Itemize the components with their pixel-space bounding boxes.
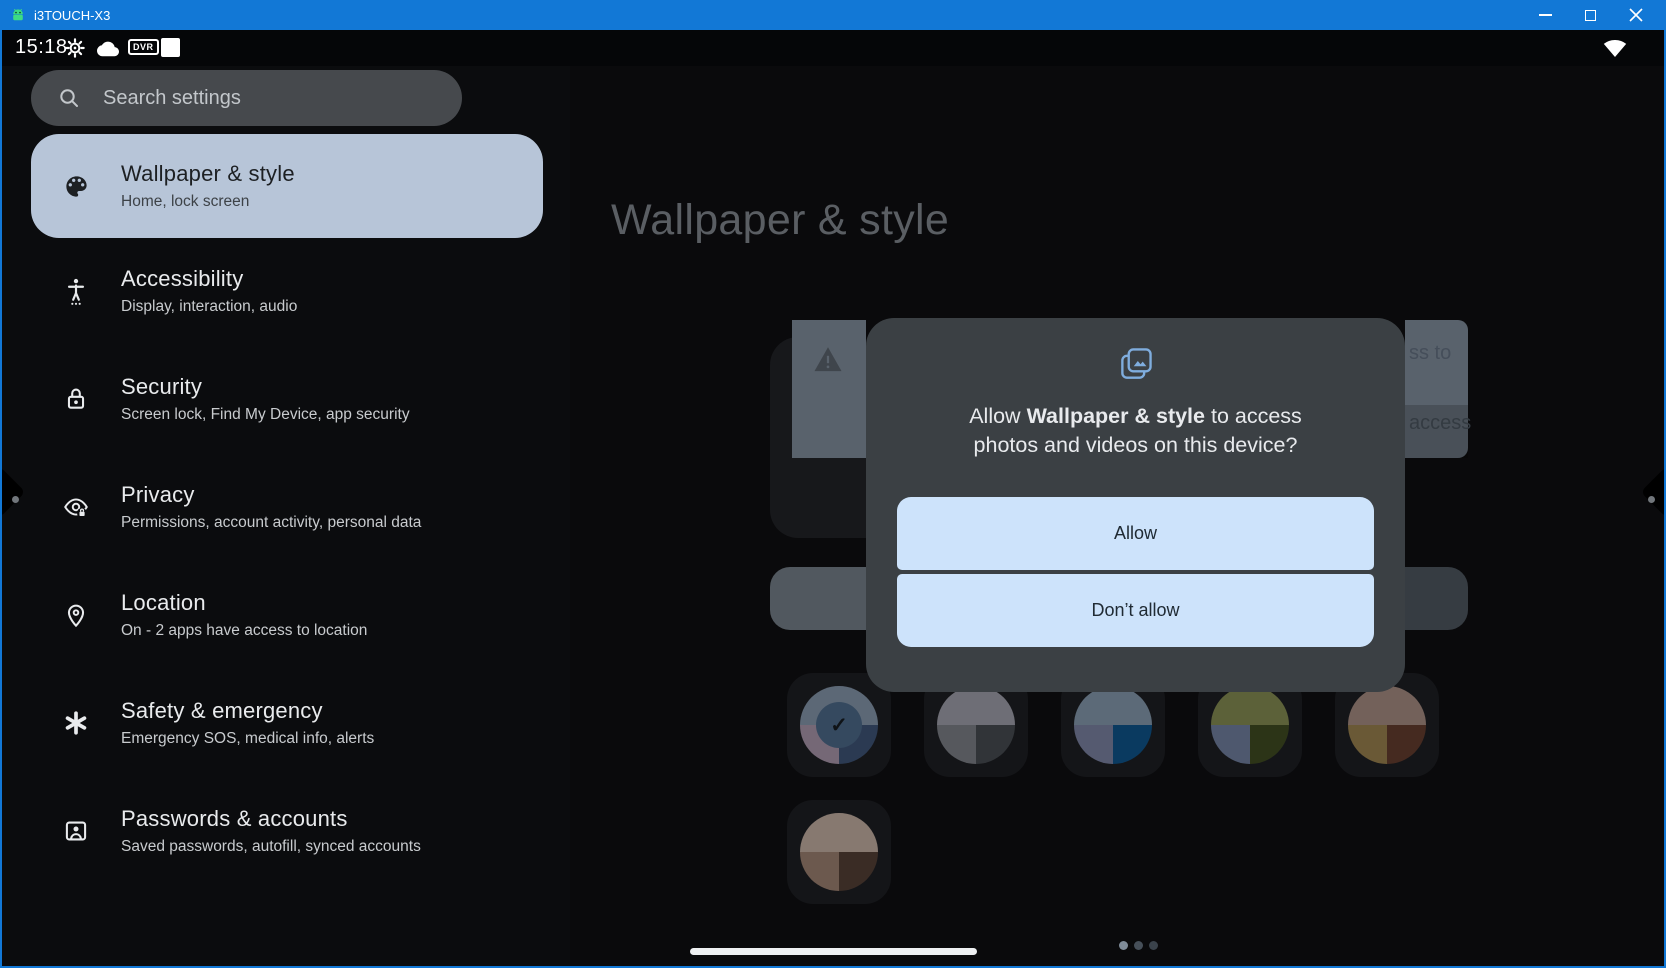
minimize-button[interactable] bbox=[1523, 0, 1568, 30]
color-swatch-pie bbox=[1074, 686, 1152, 764]
account-box-icon bbox=[31, 818, 121, 844]
location-pin-icon bbox=[31, 602, 121, 629]
sidebar-item-subtitle: Home, lock screen bbox=[121, 193, 295, 211]
sidebar-item-title: Accessibility bbox=[121, 266, 297, 292]
page-indicator-dots bbox=[1119, 941, 1158, 950]
sidebar-item-title: Location bbox=[121, 590, 367, 616]
window-controls bbox=[1523, 0, 1658, 30]
allow-button[interactable]: Allow bbox=[897, 497, 1374, 570]
window-titlebar[interactable]: i3TOUCH-X3 bbox=[0, 0, 1666, 30]
pager-dot bbox=[1134, 941, 1143, 950]
sidebar-item-title: Wallpaper & style bbox=[121, 161, 295, 187]
android-logo-icon bbox=[10, 7, 26, 23]
warning-triangle-icon bbox=[813, 346, 843, 378]
page-button-fragment-left bbox=[770, 567, 866, 630]
sidebar-item-title: Safety & emergency bbox=[121, 698, 374, 724]
access-banner-fragment-left bbox=[792, 320, 866, 458]
allow-access-button-fragment: access bbox=[1405, 405, 1468, 458]
banner-button-text-fragment: access bbox=[1409, 412, 1471, 435]
selected-check-icon: ✓ bbox=[816, 702, 862, 748]
sidebar-item-safety-emergency[interactable]: Safety & emergency Emergency SOS, medica… bbox=[31, 671, 543, 775]
photos-icon bbox=[866, 344, 1405, 384]
color-swatch-pie: ✓ bbox=[800, 686, 878, 764]
color-swatch-pie bbox=[800, 813, 878, 891]
overlay-square-icon bbox=[161, 38, 180, 57]
clock: 15:18 bbox=[15, 36, 68, 59]
palette-icon bbox=[31, 173, 121, 200]
left-edge-handle-dot bbox=[12, 496, 19, 503]
sidebar-item-security[interactable]: Security Screen lock, Find My Device, ap… bbox=[31, 347, 543, 451]
pager-dot bbox=[1149, 941, 1158, 950]
sidebar-item-subtitle: Display, interaction, audio bbox=[121, 298, 297, 316]
color-swatch-pie bbox=[1211, 686, 1289, 764]
pager-dot-active bbox=[1119, 941, 1128, 950]
color-swatch-pie bbox=[1348, 686, 1426, 764]
minimize-icon bbox=[1539, 14, 1552, 16]
window-border-left bbox=[0, 30, 2, 968]
banner-text-fragment: ss to bbox=[1409, 342, 1451, 365]
window-title: i3TOUCH-X3 bbox=[34, 8, 110, 23]
sidebar-item-subtitle: Screen lock, Find My Device, app securit… bbox=[121, 406, 410, 424]
permission-dialog: Allow Wallpaper & style to access photos… bbox=[866, 318, 1405, 692]
sidebar-item-location[interactable]: Location On - 2 apps have access to loca… bbox=[31, 563, 543, 667]
permission-dialog-title: Allow Wallpaper & style to access photos… bbox=[866, 402, 1405, 460]
page-button-fragment-right bbox=[1405, 567, 1468, 630]
page-title: Wallpaper & style bbox=[611, 196, 949, 245]
search-bar[interactable] bbox=[31, 70, 462, 126]
sidebar-item-subtitle: On - 2 apps have access to location bbox=[121, 622, 367, 640]
cloud-icon bbox=[97, 39, 119, 62]
close-icon bbox=[1629, 8, 1643, 22]
dont-allow-button[interactable]: Don’t allow bbox=[897, 574, 1374, 647]
settings-gear-icon bbox=[65, 38, 85, 63]
search-icon bbox=[57, 86, 81, 110]
color-swatch-pie bbox=[937, 686, 1015, 764]
sidebar-item-title: Security bbox=[121, 374, 410, 400]
emergency-asterisk-icon bbox=[31, 710, 121, 736]
sidebar-item-title: Passwords & accounts bbox=[121, 806, 421, 832]
access-banner-fragment-right: ss to access bbox=[1405, 320, 1468, 458]
wifi-icon bbox=[1602, 37, 1628, 64]
close-button[interactable] bbox=[1613, 0, 1658, 30]
sidebar-item-subtitle: Emergency SOS, medical info, alerts bbox=[121, 730, 374, 748]
sidebar-item-privacy[interactable]: Privacy Permissions, account activity, p… bbox=[31, 455, 543, 559]
status-bar: 15:18 DVR bbox=[2, 30, 1664, 66]
app-window: i3TOUCH-X3 15:18 bbox=[0, 0, 1666, 968]
right-edge-handle-dot bbox=[1648, 496, 1655, 503]
privacy-eye-icon bbox=[31, 495, 121, 519]
color-swatch[interactable] bbox=[787, 800, 891, 904]
gesture-navigation-handle[interactable] bbox=[690, 948, 977, 955]
sidebar-item-passwords-accounts[interactable]: Passwords & accounts Saved passwords, au… bbox=[31, 779, 543, 883]
color-swatch[interactable]: ✓ bbox=[787, 673, 891, 777]
maximize-icon bbox=[1585, 10, 1596, 21]
lock-icon bbox=[31, 386, 121, 412]
sidebar-item-subtitle: Saved passwords, autofill, synced accoun… bbox=[121, 838, 421, 856]
maximize-button[interactable] bbox=[1568, 0, 1613, 30]
sidebar-item-accessibility[interactable]: Accessibility Display, interaction, audi… bbox=[31, 239, 543, 343]
app-name: Wallpaper & style bbox=[1027, 404, 1205, 428]
color-swatch-grid: ✓ bbox=[787, 673, 1439, 904]
settings-sidebar: Wallpaper & style Home, lock screen bbox=[2, 66, 570, 966]
search-input[interactable] bbox=[103, 87, 462, 110]
sidebar-item-title: Privacy bbox=[121, 482, 421, 508]
sidebar-item-subtitle: Permissions, account activity, personal … bbox=[121, 514, 421, 532]
dvr-badge-icon: DVR bbox=[128, 39, 159, 55]
sidebar-item-wallpaper-style[interactable]: Wallpaper & style Home, lock screen bbox=[31, 134, 543, 238]
accessibility-icon bbox=[31, 277, 121, 306]
